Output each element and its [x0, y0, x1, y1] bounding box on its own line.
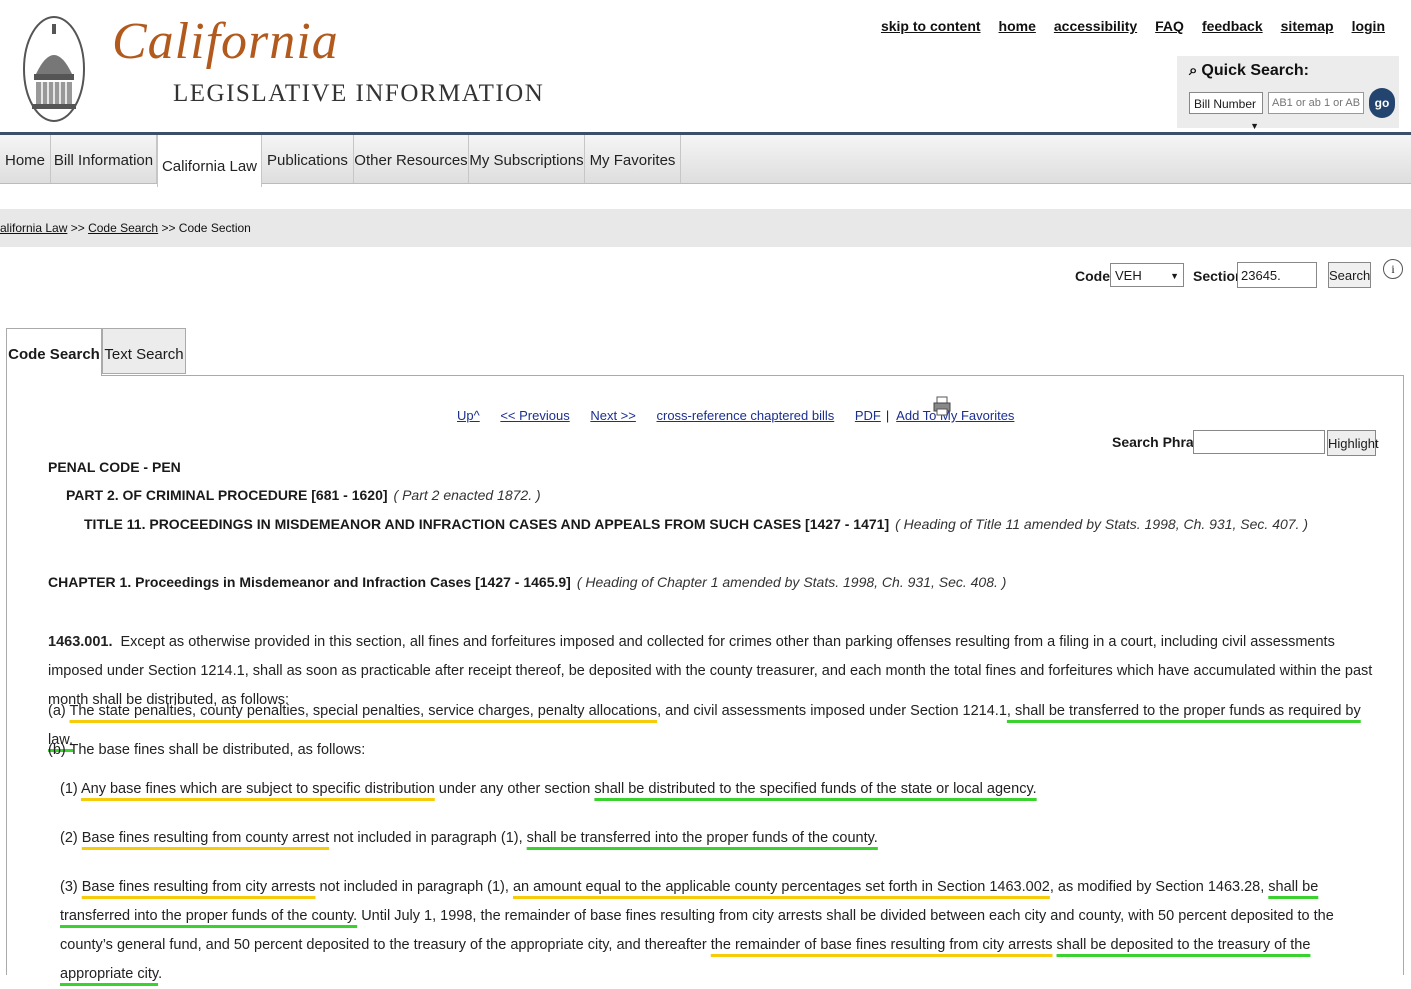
paragraph-label: (3) [60, 879, 82, 895]
feedback-link[interactable]: feedback [1202, 18, 1263, 34]
plain-text: under any other section [434, 781, 595, 797]
subsection-b: (b) The base fines shall be distributed,… [48, 742, 366, 758]
code-select-value: VEH [1115, 268, 1142, 283]
highlight-green: shall be transferred into the proper fun… [526, 830, 878, 846]
breadcrumb-bar: alifornia Law >> Code Search >> Code Sec… [0, 209, 1411, 247]
paragraph-label: (2) [60, 830, 82, 846]
quick-search-heading: ⌕ Quick Search: [1189, 62, 1309, 80]
breadcrumb-separator: >> [158, 221, 179, 235]
highlight-yellow: The state penalties, county penalties, s… [69, 703, 658, 719]
paragraph-label: (1) [60, 781, 81, 797]
nav-california-law[interactable]: California Law [157, 135, 262, 187]
quick-search-title: Quick Search: [1201, 62, 1310, 79]
nav-home[interactable]: Home [0, 135, 51, 183]
plain-text: not included in paragraph (1), [315, 879, 513, 895]
highlight-yellow: an amount equal to the applicable county… [512, 879, 1050, 895]
plain-text: not included in paragraph (1), [329, 830, 527, 846]
next-link[interactable]: Next >> [590, 408, 636, 423]
breadcrumb-california-law[interactable]: alifornia Law [0, 221, 67, 235]
nav-publications[interactable]: Publications [262, 135, 354, 183]
paragraph-3: (3) Base fines resulting from city arres… [60, 873, 1378, 989]
plain-text: . [158, 966, 163, 982]
link-separator: | [885, 408, 890, 423]
top-links: skip to content home accessibility FAQ f… [881, 18, 1385, 34]
code-heading: PENAL CODE - PEN [48, 459, 181, 475]
quick-search-box: ⌕Quick Search: Bill Number ▼ go [1177, 56, 1399, 131]
breadcrumb-current: Code Section [178, 221, 251, 235]
title-title: TITLE 11. PROCEEDINGS IN MISDEMEANOR AND… [84, 516, 890, 532]
breadcrumb-separator: >> [67, 221, 89, 235]
go-button[interactable]: go [1369, 88, 1395, 118]
bill-type-select[interactable]: Bill Number ▼ [1189, 92, 1263, 131]
part-note: ( Part 2 enacted 1872. ) [393, 487, 541, 503]
code-label: Code: [1075, 268, 1115, 284]
chapter-title: CHAPTER 1. Proceedings in Misdemeanor an… [48, 574, 571, 590]
chapter-note: ( Heading of Chapter 1 amended by Stats.… [576, 574, 1007, 590]
highlight-button[interactable]: Highlight [1327, 430, 1379, 456]
skip-to-content-link[interactable]: skip to content [881, 18, 981, 34]
title-note: ( Heading of Title 11 amended by Stats. … [895, 516, 1308, 532]
accessibility-link[interactable]: accessibility [1054, 18, 1137, 34]
plain-text: , and civil assessments imposed under Se… [657, 703, 1007, 719]
logo-script[interactable]: California [112, 12, 339, 71]
part-title: PART 2. OF CRIMINAL PROCEDURE [681 - 162… [66, 487, 388, 503]
breadcrumb: alifornia Law >> Code Search >> Code Sec… [0, 221, 251, 235]
main-nav: Home Bill Information California Law Pub… [0, 135, 1411, 187]
capitol-dome-icon[interactable] [22, 14, 86, 124]
sitemap-link[interactable]: sitemap [1281, 18, 1334, 34]
part-heading: PART 2. OF CRIMINAL PROCEDURE [681 - 162… [66, 487, 541, 503]
code-select[interactable]: VEH ▼ [1110, 263, 1184, 287]
nav-my-subscriptions[interactable]: My Subscriptions [469, 135, 585, 183]
tab-text-search[interactable]: Text Search [102, 328, 186, 374]
pdf-link[interactable]: PDF [855, 408, 881, 423]
paragraph-2: (2) Base fines resulting from county arr… [60, 824, 1390, 853]
printer-icon[interactable] [933, 396, 951, 416]
highlight-yellow: Base fines resulting from county arrest [81, 830, 330, 846]
paragraph-1: (1) Any base fines which are subject to … [60, 775, 1390, 804]
highlight-green: shall be distributed to the specified fu… [594, 781, 1037, 797]
highlight-yellow: the remainder of base fines resulting fr… [710, 937, 1053, 953]
previous-link[interactable]: << Previous [500, 408, 569, 423]
site-header: California LEGISLATIVE INFORMATION skip … [0, 0, 1411, 132]
home-link[interactable]: home [999, 18, 1036, 34]
info-icon[interactable]: i [1383, 259, 1403, 279]
section-input[interactable]: 23645. [1237, 262, 1317, 288]
chevron-down-icon: ▼ [1170, 271, 1179, 281]
quick-search-input[interactable] [1268, 92, 1364, 114]
up-link[interactable]: Up^ [457, 408, 480, 423]
highlight-yellow: Base fines resulting from city arrests [81, 879, 316, 895]
nav-my-favorites[interactable]: My Favorites [585, 135, 681, 183]
add-to-favorites-link[interactable]: Add To My Favorites [896, 408, 1014, 423]
section-number: 1463.001. [48, 634, 113, 650]
tab-code-search[interactable]: Code Search [6, 328, 102, 376]
faq-link[interactable]: FAQ [1155, 18, 1184, 34]
subsection-label: (a) [48, 703, 70, 719]
highlight-yellow: Any base fines which are subject to spec… [80, 781, 435, 797]
chapter-heading: CHAPTER 1. Proceedings in Misdemeanor an… [48, 574, 1006, 590]
section-search-button[interactable]: Search [1328, 262, 1371, 288]
nav-bill-information[interactable]: Bill Information [51, 135, 157, 183]
cross-reference-link[interactable]: cross-reference chaptered bills [657, 408, 835, 423]
bill-type-value: Bill Number [1194, 97, 1257, 111]
magnifier-icon: ⌕ [1189, 62, 1198, 79]
nav-other-resources[interactable]: Other Resources [354, 135, 469, 183]
login-link[interactable]: login [1352, 18, 1385, 34]
logo-subtitle[interactable]: LEGISLATIVE INFORMATION [173, 80, 544, 108]
plain-text: , as modified by Section 1463.28, [1049, 879, 1269, 895]
breadcrumb-code-search[interactable]: Code Search [88, 221, 158, 235]
title-heading: TITLE 11. PROCEEDINGS IN MISDEMEANOR AND… [84, 516, 1308, 532]
search-phrase-input[interactable] [1193, 430, 1325, 454]
